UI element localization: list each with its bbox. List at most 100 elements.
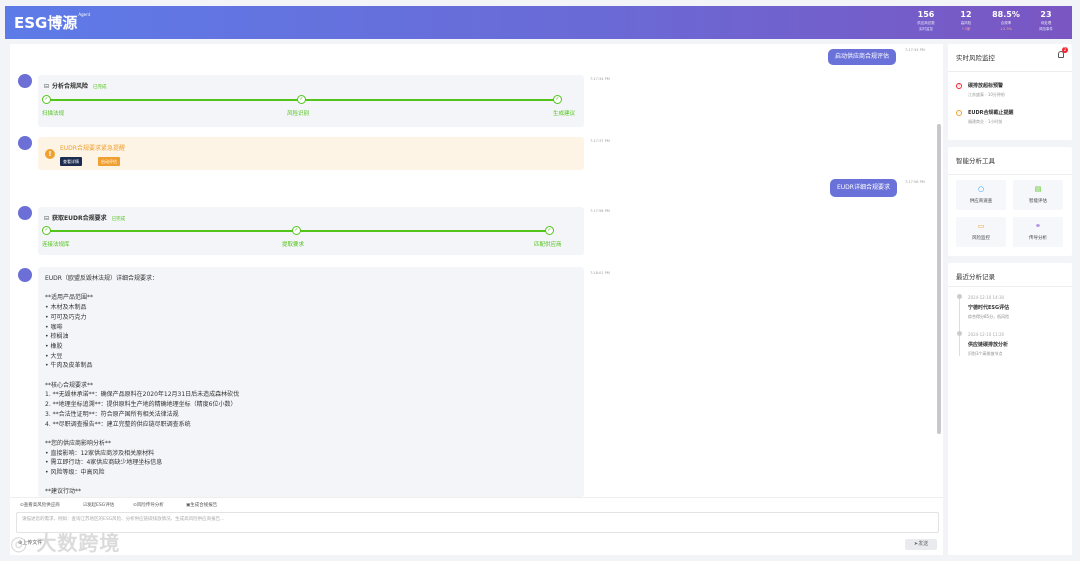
detail-text-line: 2. **地理坐标追溯**：提供原料生产地的精确地理坐标（精度6位小数） <box>45 401 237 409</box>
warning-icon: ! <box>956 83 962 89</box>
detail-text-line: • 风险等级：中高风险 <box>45 469 105 476</box>
stat-card[interactable]: 88.5% 合规率 ↓2.3% <box>986 9 1026 33</box>
step-label: 连接法规库 <box>42 242 70 248</box>
detail-text-line: • 需立即行动：4家供应商缺少地理坐标信息 <box>45 459 163 467</box>
start-assessment-button[interactable]: 启动评估 <box>98 157 120 166</box>
divider <box>948 174 1072 175</box>
alert-icon: ! <box>45 149 55 159</box>
detail-text-line: • 木材及木制品 <box>45 304 87 312</box>
quick-action-esg-assessment[interactable]: ☑发起ESG评估 <box>83 501 114 510</box>
stat-trend: 风险事件 <box>1039 27 1053 31</box>
step-label: 风险识别 <box>287 111 310 117</box>
record-title[interactable]: 宁德时代ESG评估 <box>968 304 1009 311</box>
task-title: ⊟ 获取EUDR合规要求 已完成 <box>44 215 126 222</box>
input-area: ⊙查看高风险供应商 ☑发起ESG评估 ⊙风险传导分析 ▣生成合规报告 请描述您的… <box>10 497 943 555</box>
quick-action-high-risk[interactable]: ⊙查看高风险供应商 <box>20 501 60 510</box>
detail-text-line: **核心合规要求** <box>45 381 94 389</box>
step-check-icon: ✓ <box>292 226 301 235</box>
detail-text-line: • 棕榈油 <box>45 333 69 341</box>
risk-alert-meta: 江苏盛泰 · 10分钟前 <box>968 92 1005 97</box>
detail-text-line: **适用产品范围** <box>45 294 94 302</box>
detail-text-line: EUDR（欧盟反毁林法规）详细合规要求： <box>45 275 158 282</box>
stat-card[interactable]: 12 高风险 ↑3家 <box>946 9 986 33</box>
panel-title: 实时风险监控 <box>956 54 995 62</box>
assistant-avatar <box>18 136 32 150</box>
message-time: 7:17:34 PM <box>590 77 610 81</box>
notification-badge: 2 <box>1062 47 1068 53</box>
chat-scrollbar[interactable] <box>936 44 942 497</box>
chat-input[interactable]: 请描述您的需求，例如：查询江苏地区的ESG风险、分析供应链碳排放情况、生成高风险… <box>16 512 939 533</box>
task-card-compliance: ⊟ 分析合规风险 已完成 ✓ ✓ ✓ 扫描法规 风险识别 生成建议 <box>38 75 584 127</box>
detail-text-line: 3. **合法性证明**：符合原产国所有相关法律法规 <box>45 410 179 418</box>
analysis-tools-panel: 智能分析工具 ○ 供应商速查 ▤ 智能评估 ▭ 风险监控 ⚭ 传导分析 <box>948 147 1072 256</box>
message-time: 7:18:01 PM <box>590 271 610 275</box>
stat-trend: ↑3家 <box>961 27 971 31</box>
message-time: 7:17:58 PM <box>905 180 925 184</box>
send-button[interactable]: ➤发送 <box>905 539 937 550</box>
step-label: 生成建议 <box>553 111 576 117</box>
step-check-icon: ✓ <box>42 95 51 104</box>
detail-text-line: 1. **无毁林承诺**：确保产品原料在2020年12月31日后未造成森林砍伐 <box>45 391 240 399</box>
detail-text-line: • 牛肉及皮革制品 <box>45 362 93 370</box>
user-message: EUDR详细合规要求 <box>830 179 897 197</box>
tool-search[interactable]: ○ 供应商速查 <box>956 180 1006 210</box>
record-date: 2024-12-10 11:20 <box>968 332 1005 337</box>
search-icon: ○ <box>977 185 985 193</box>
risk-alert-title[interactable]: EUDR合规截止提醒 <box>968 109 1013 116</box>
step-check-icon: ✓ <box>297 95 306 104</box>
detail-text-line: • 橡胶 <box>45 342 63 350</box>
stat-card[interactable]: 23 待处理风险事件 <box>1026 9 1066 33</box>
message-time: 7:17:34 PM <box>905 48 925 52</box>
timeline-dot <box>957 294 962 299</box>
tool-link[interactable]: ⚭ 传导分析 <box>1013 217 1063 247</box>
user-message: 启动供应商合规评估 <box>828 49 897 65</box>
detail-text-line: **您的供应商影响分析** <box>45 439 112 447</box>
stat-label: 待处理 <box>1040 21 1052 25</box>
stat-label: 合规率 <box>1000 21 1012 25</box>
timeline-line <box>959 296 960 356</box>
tool-label: 风险监控 <box>972 236 990 241</box>
detail-text-line: **建议行动** <box>45 488 82 496</box>
watermark-logo: ◎ 大数跨境 <box>10 531 121 555</box>
scroll-thumb[interactable] <box>937 124 941 434</box>
link-icon: ⚭ <box>1035 222 1041 230</box>
app-header: ESG博源Agent 156 供应商总数 实时监控 12 高风险 ↑3家 88.5% 合规率 ↓… <box>5 6 1072 39</box>
panel-title: 智能分析工具 <box>956 157 995 165</box>
stat-card[interactable]: 156 供应商总数 实时监控 <box>906 9 946 33</box>
tool-document[interactable]: ▤ 智能评估 <box>1013 180 1063 210</box>
risk-alert-meta: 福建商业 · 1小时前 <box>968 119 1003 124</box>
stat-trend: 实时监控 <box>919 27 933 31</box>
record-date: 2024-12-10 14:30 <box>968 295 1005 300</box>
eudr-alert: ! EUDR合规要求紧急提醒 查看详情 启动评估 <box>38 137 584 170</box>
record-summary: 综合得分85分，低风险 <box>968 314 1010 319</box>
task-title: ⊟ 分析合规风险 已完成 <box>44 83 107 90</box>
view-details-button[interactable]: 查看详情 <box>60 157 82 166</box>
stat-value: 23 <box>1040 10 1052 19</box>
tool-label: 智能评估 <box>1029 199 1047 204</box>
task-status: 已完成 <box>111 217 126 222</box>
recent-records-panel: 最近分析记录 2024-12-10 14:30 宁德时代ESG评估 综合得分85… <box>948 263 1072 555</box>
message-time: 7:17:58 PM <box>590 209 610 213</box>
assistant-avatar <box>18 268 32 282</box>
tool-label: 供应商速查 <box>969 199 993 204</box>
divider <box>948 71 1072 72</box>
stat-label: 高风险 <box>960 21 972 25</box>
document-icon: ▤ <box>1034 185 1042 193</box>
message-time: 7:17:37 PM <box>590 139 610 143</box>
quick-action-risk-propagation[interactable]: ⊙风险传导分析 <box>133 501 164 510</box>
detail-text-line: • 直接影响：12家供应商涉及相关原材料 <box>45 449 155 457</box>
divider <box>948 286 1072 287</box>
panel-title: 最近分析记录 <box>956 273 995 281</box>
risk-alert-title[interactable]: 碳排放超标预警 <box>968 82 1003 89</box>
step-check-icon: ✓ <box>545 226 554 235</box>
risk-monitor-panel: 实时风险监控 2 ! 碳排放超标预警 江苏盛泰 · 10分钟前 · EUDR合规… <box>948 44 1072 140</box>
clock-icon: · <box>956 110 962 116</box>
app-logo[interactable]: ESG博源Agent <box>14 12 90 33</box>
stat-label: 供应商总数 <box>917 21 935 25</box>
tool-monitor[interactable]: ▭ 风险监控 <box>956 217 1006 247</box>
detail-text-line: • 可可及巧克力 <box>45 313 87 321</box>
detail-text-line: • 大豆 <box>45 352 63 360</box>
quick-action-compliance-report[interactable]: ▣生成合规报告 <box>186 501 217 510</box>
record-title[interactable]: 供应链碳排放分析 <box>968 341 1008 348</box>
stats-bar: 156 供应商总数 实时监控 12 高风险 ↑3家 88.5% 合规率 ↓2.3% 23 待处理 风险… <box>906 9 1066 33</box>
